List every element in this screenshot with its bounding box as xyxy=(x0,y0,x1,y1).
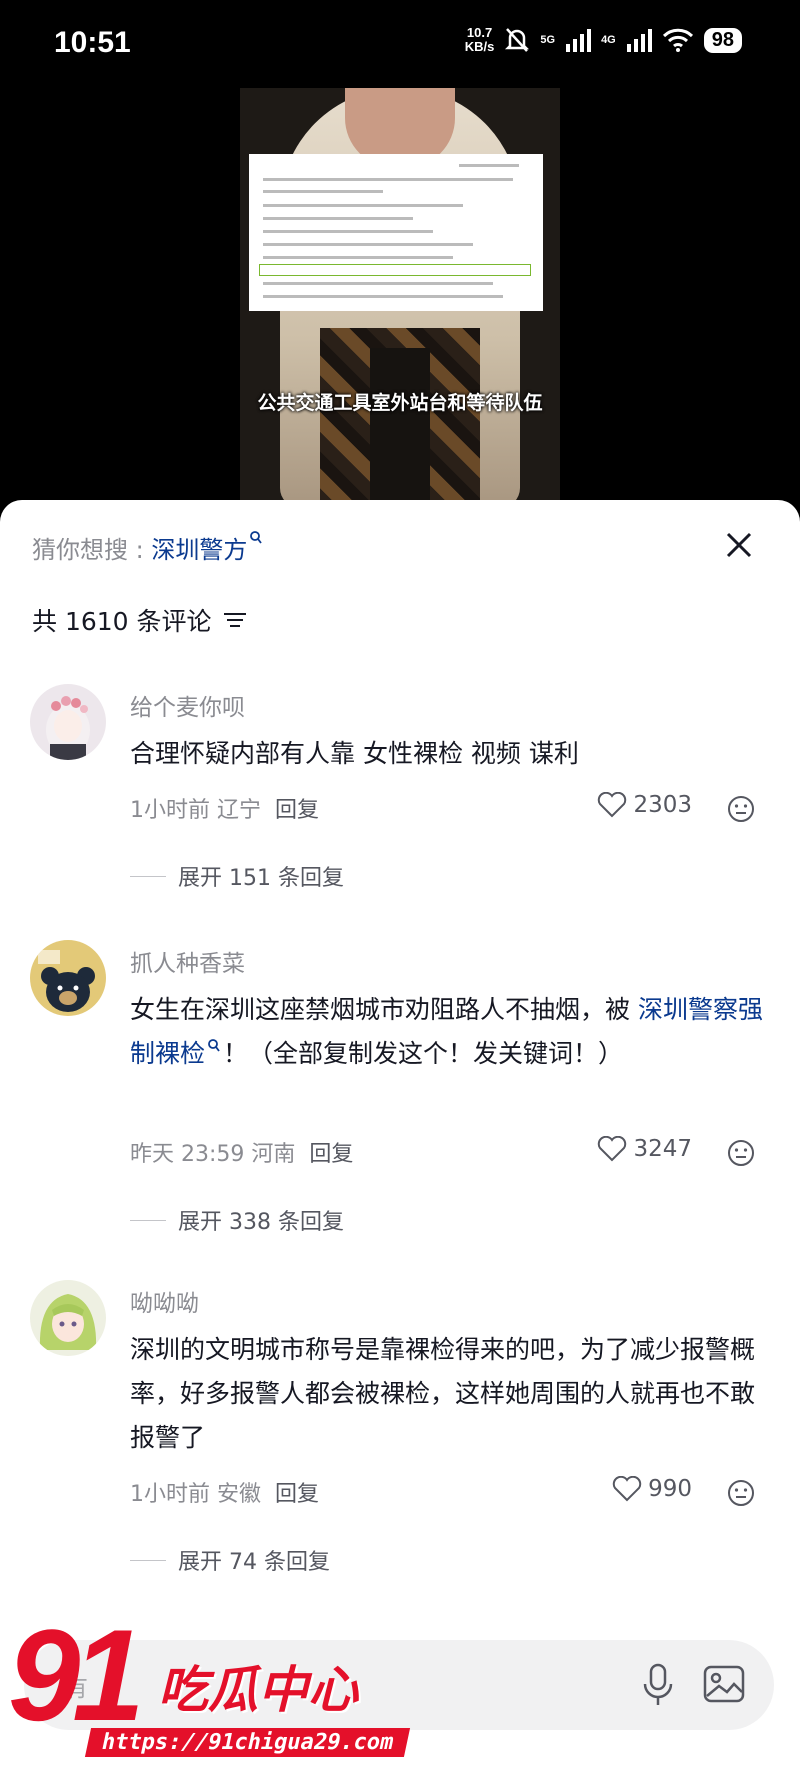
suggestion-keyword[interactable]: 深圳警方 xyxy=(151,536,247,564)
avatar[interactable] xyxy=(30,684,106,760)
like-button[interactable]: 3247 xyxy=(597,1136,692,1162)
signal-bars-icon xyxy=(566,29,592,52)
video-person-shirt xyxy=(370,348,430,508)
video-caption: 公共交通工具室外站台和等待队伍 xyxy=(257,392,543,414)
document-overlay xyxy=(249,154,543,311)
net-speed: 10.7 KB/s xyxy=(464,25,495,54)
comment-meta: 昨天 23:59 河南 回复 xyxy=(130,1136,353,1168)
comment-username[interactable]: 呦呦呦 xyxy=(130,1284,199,1318)
expand-replies[interactable]: 展开 151 条回复 xyxy=(130,860,344,892)
microphone-icon[interactable] xyxy=(642,1662,674,1708)
dislike-face-icon[interactable] xyxy=(726,1138,756,1168)
reply-button[interactable]: 回复 xyxy=(309,1142,353,1167)
dislike-face-icon[interactable] xyxy=(726,1478,756,1508)
like-button[interactable]: 990 xyxy=(612,1476,692,1502)
like-count: 3247 xyxy=(633,1136,692,1162)
comment-meta: 1小时前 安徽 回复 xyxy=(130,1476,319,1508)
heart-icon xyxy=(612,1476,642,1502)
comment-meta: 1小时前 辽宁 回复 xyxy=(130,792,319,824)
comment-input-placeholder: 有 xyxy=(64,1674,88,1702)
dislike-face-icon[interactable] xyxy=(726,794,756,824)
expand-replies[interactable]: 展开 74 条回复 xyxy=(130,1544,330,1576)
expand-replies[interactable]: 展开 338 条回复 xyxy=(130,1204,344,1236)
comment-username[interactable]: 抓人种香菜 xyxy=(130,944,245,978)
battery-indicator: 98 xyxy=(703,27,742,53)
image-icon[interactable] xyxy=(702,1662,746,1706)
close-icon[interactable] xyxy=(714,520,764,570)
comment-text: 合理怀疑内部有人靠 女性裸检 视频 谋利 xyxy=(130,739,579,768)
sort-icon[interactable] xyxy=(222,610,248,630)
comment-time-location: 昨天 23:59 河南 xyxy=(130,1142,296,1167)
avatar[interactable] xyxy=(30,1280,106,1356)
wifi-icon xyxy=(662,28,693,52)
avatar[interactable] xyxy=(30,940,106,1016)
search-icon xyxy=(250,531,263,544)
like-count: 2303 xyxy=(633,792,692,818)
status-bar: 10:51 10.7 KB/s 5G 4G 98 xyxy=(0,0,800,90)
clock: 10:51 xyxy=(54,26,131,59)
signal-5g-label: 5G xyxy=(540,34,556,46)
reply-button[interactable]: 回复 xyxy=(275,798,319,823)
search-icon xyxy=(208,1039,220,1052)
comment-text: 女生在深圳这座禁烟城市劝阻路人不抽烟，被 深圳警察强制裸检 ！（全部复制发这个！发… xyxy=(130,995,763,1068)
video-player[interactable]: 公共交通工具室外站台和等待队伍 xyxy=(240,88,560,508)
comment-input[interactable]: 有 xyxy=(24,1640,774,1730)
signal-4g-label: 4G xyxy=(601,34,616,46)
heart-icon xyxy=(598,1136,627,1162)
comment-count: 共 1610 条评论 xyxy=(32,602,248,638)
highlighted-line xyxy=(259,264,531,276)
comment-time-location: 1小时前 安徽 xyxy=(130,1482,261,1507)
search-suggestion[interactable]: 猜你想搜 : 深圳警方 xyxy=(32,530,263,565)
like-button[interactable]: 2303 xyxy=(597,792,692,818)
comment-sheet: 猜你想搜 : 深圳警方 共 1610 条评论 给个麦你呗 合理怀疑内部有人靠 女… xyxy=(0,500,800,1777)
comment-username[interactable]: 给个麦你呗 xyxy=(130,688,245,722)
comment-text: 深圳的文明城市称号是靠裸检得来的吧，为了减少报警概率，好多报警人都会被裸检，这样… xyxy=(130,1335,756,1452)
mute-bell-icon xyxy=(505,28,530,52)
like-count: 990 xyxy=(648,1476,692,1502)
signal-bars-icon xyxy=(626,29,652,52)
comment-time-location: 1小时前 辽宁 xyxy=(130,798,261,823)
heart-icon xyxy=(598,792,627,818)
reply-button[interactable]: 回复 xyxy=(275,1482,319,1507)
status-icons: 10.7 KB/s 5G 4G 98 xyxy=(465,26,742,54)
